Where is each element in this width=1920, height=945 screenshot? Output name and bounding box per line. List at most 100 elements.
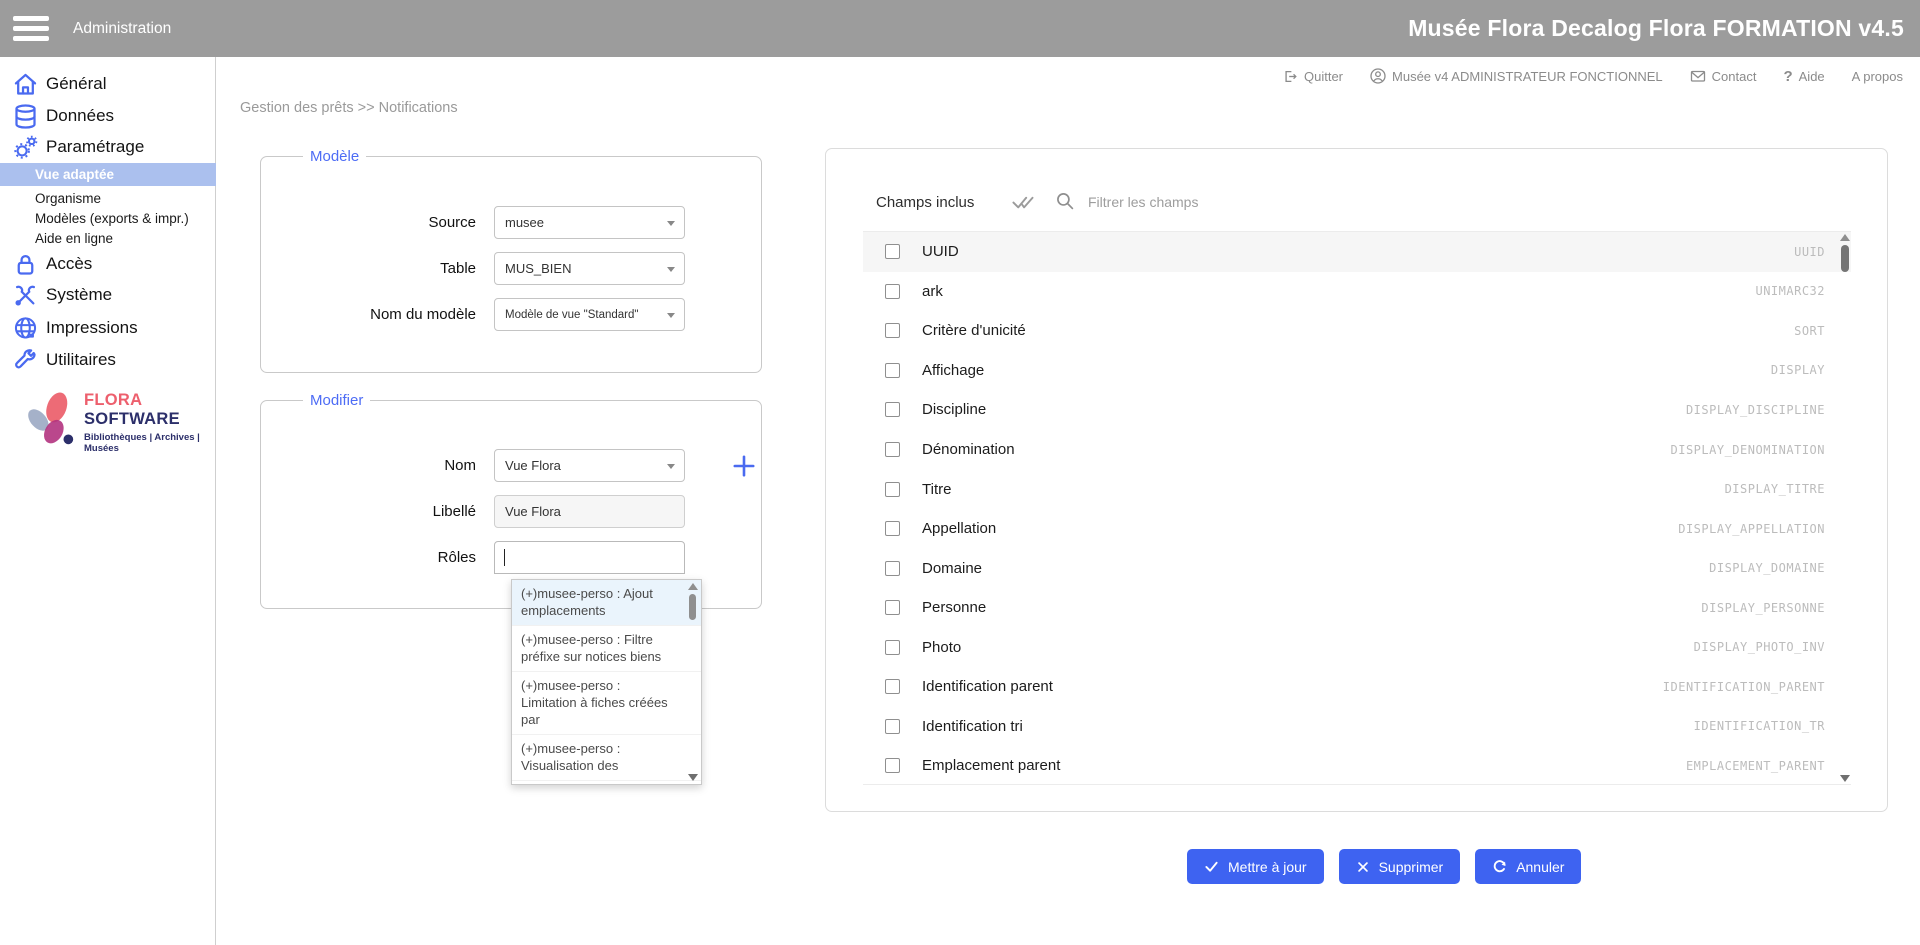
field-row[interactable]: PhotoDISPLAY_PHOTO_INV <box>863 627 1851 667</box>
champs-inclus-panel: Champs inclus UUIDUUID arkUNIMARC32 Crit… <box>825 148 1888 812</box>
checkbox[interactable] <box>885 640 900 655</box>
field-row[interactable]: Identification parentIDENTIFICATION_PARE… <box>863 667 1851 707</box>
hamburger-menu-icon[interactable] <box>13 16 49 42</box>
field-row[interactable]: DisciplineDISPLAY_DISCIPLINE <box>863 390 1851 430</box>
field-code: IDENTIFICATION_TR <box>1694 719 1825 733</box>
roles-option[interactable]: (+)musee-perso : Visualisation des <box>512 735 701 781</box>
scroll-down-icon[interactable] <box>1840 775 1850 782</box>
checkbox[interactable] <box>885 284 900 299</box>
add-view-button[interactable] <box>731 453 757 479</box>
sidebar-subitem-modeles[interactable]: Modèles (exports & impr.) <box>0 208 216 229</box>
checkbox[interactable] <box>885 482 900 497</box>
field-code: DISPLAY_DISCIPLINE <box>1686 403 1825 417</box>
scroll-up-icon[interactable] <box>688 583 698 590</box>
scroll-up-icon[interactable] <box>1840 234 1850 241</box>
checkbox[interactable] <box>885 561 900 576</box>
roles-option[interactable]: (+)musee-perso : Filtre préfixe sur noti… <box>512 626 701 672</box>
check-icon <box>1204 859 1219 874</box>
checkbox[interactable] <box>885 402 900 417</box>
quit-link[interactable]: Quitter <box>1283 69 1343 84</box>
sidebar: Général Données Paramétrage Vue adaptée … <box>0 57 216 945</box>
checkbox[interactable] <box>885 679 900 694</box>
delete-button[interactable]: Supprimer <box>1339 849 1461 884</box>
field-code: SORT <box>1794 324 1825 338</box>
update-button[interactable]: Mettre à jour <box>1187 849 1324 884</box>
roles-dropdown-scrollbar[interactable] <box>687 583 698 781</box>
gears-icon <box>12 134 39 161</box>
butterfly-logo-icon <box>18 390 80 455</box>
scroll-down-icon[interactable] <box>688 774 698 781</box>
libelle-field[interactable] <box>494 495 685 528</box>
checkbox[interactable] <box>885 719 900 734</box>
roles-option[interactable]: (+)musee-perso : Limitation à fiches cré… <box>512 672 701 735</box>
field-row[interactable]: AppellationDISPLAY_APPELLATION <box>863 509 1851 549</box>
scrollbar-thumb[interactable] <box>689 594 696 620</box>
breadcrumb: Gestion des prêts >> Notifications <box>240 100 458 116</box>
field-row[interactable]: UUIDUUID <box>863 232 1851 272</box>
roles-option[interactable]: (+)musee-perso : Ajout emplacements <box>512 580 701 626</box>
sidebar-subitem-vue-adaptee[interactable]: Vue adaptée <box>0 163 216 186</box>
source-select[interactable]: musee <box>494 206 685 239</box>
field-code: DISPLAY_PHOTO_INV <box>1694 640 1825 654</box>
model-name-select[interactable]: Modèle de vue "Standard" <box>494 298 685 331</box>
app-root: Administration Musée Flora Decalog Flora… <box>0 0 1920 945</box>
cancel-button[interactable]: Annuler <box>1475 849 1581 884</box>
nom-select[interactable]: Vue Flora <box>494 449 685 482</box>
sidebar-item-parametrage[interactable]: Paramétrage <box>0 132 216 162</box>
globe-icon <box>12 315 39 342</box>
database-icon <box>12 103 39 130</box>
field-row[interactable]: TitreDISPLAY_TITRE <box>863 469 1851 509</box>
champs-title: Champs inclus <box>876 194 974 211</box>
sidebar-item-impressions[interactable]: Impressions <box>0 313 216 343</box>
table-select[interactable]: MUS_BIEN <box>494 252 685 285</box>
roles-dropdown: (+)musee-perso : Ajout emplacements (+)m… <box>511 579 702 785</box>
field-row[interactable]: Critère d'unicitéSORT <box>863 311 1851 351</box>
envelope-icon <box>1690 69 1706 83</box>
scrollbar-thumb[interactable] <box>1841 245 1849 272</box>
field-row[interactable]: DénominationDISPLAY_DENOMINATION <box>863 430 1851 470</box>
checkbox[interactable] <box>885 244 900 259</box>
field-row[interactable]: Identification triIDENTIFICATION_TR <box>863 707 1851 747</box>
roles-field[interactable] <box>494 541 685 574</box>
question-icon: ? <box>1783 68 1792 85</box>
help-link[interactable]: ? Aide <box>1783 68 1824 85</box>
libelle-label: Libellé <box>261 503 494 520</box>
sidebar-item-donnees[interactable]: Données <box>0 101 216 131</box>
checkbox[interactable] <box>885 442 900 457</box>
field-row[interactable]: PersonneDISPLAY_PERSONNE <box>863 588 1851 628</box>
roles-label: Rôles <box>261 549 494 566</box>
checkbox[interactable] <box>885 521 900 536</box>
field-code: EMPLACEMENT_PARENT <box>1686 759 1825 773</box>
checkbox[interactable] <box>885 363 900 378</box>
table-label: Table <box>261 260 494 277</box>
sidebar-item-acces[interactable]: Accès <box>0 249 216 279</box>
chevron-down-icon <box>667 313 675 318</box>
check-all-icon[interactable] <box>1012 193 1034 215</box>
sidebar-item-general[interactable]: Général <box>0 69 216 99</box>
sidebar-item-systeme[interactable]: Système <box>0 280 216 310</box>
champs-header: Champs inclus <box>826 149 1887 239</box>
field-row[interactable]: Emplacement parentEMPLACEMENT_PARENT <box>863 746 1851 786</box>
checkbox[interactable] <box>885 758 900 773</box>
field-code: DISPLAY <box>1771 363 1825 377</box>
checkbox[interactable] <box>885 600 900 615</box>
logout-icon <box>1283 69 1298 84</box>
sidebar-subitem-organisme[interactable]: Organisme <box>0 188 216 209</box>
champs-scrollbar[interactable] <box>1839 234 1851 782</box>
app-title: Musée Flora Decalog Flora FORMATION v4.5 <box>1408 0 1904 57</box>
text-caret <box>504 549 505 566</box>
contact-link[interactable]: Contact <box>1690 69 1757 84</box>
checkbox[interactable] <box>885 323 900 338</box>
modele-legend: Modèle <box>303 148 366 165</box>
about-link[interactable]: A propos <box>1852 69 1903 84</box>
field-code: DISPLAY_TITRE <box>1725 482 1825 496</box>
field-row[interactable]: DomaineDISPLAY_DOMAINE <box>863 548 1851 588</box>
field-row[interactable]: arkUNIMARC32 <box>863 272 1851 312</box>
user-account-link[interactable]: Musée v4 ADMINISTRATEUR FONCTIONNEL <box>1370 68 1663 84</box>
field-code: UNIMARC32 <box>1755 284 1825 298</box>
user-icon <box>1370 68 1386 84</box>
field-row[interactable]: AffichageDISPLAY <box>863 351 1851 391</box>
sidebar-subitem-aide-en-ligne[interactable]: Aide en ligne <box>0 228 216 249</box>
filter-fields-input[interactable] <box>1088 189 1418 215</box>
sidebar-item-utilitaires[interactable]: Utilitaires <box>0 345 216 375</box>
